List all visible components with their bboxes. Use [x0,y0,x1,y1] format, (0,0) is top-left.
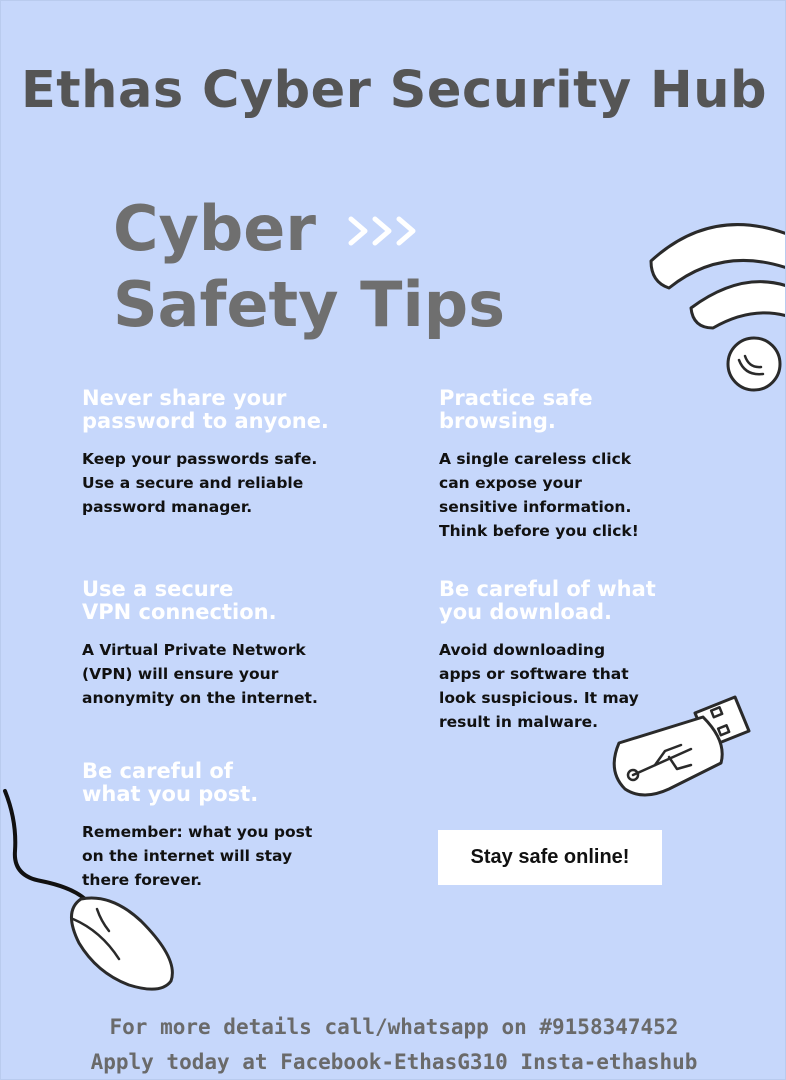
stay-safe-banner: Stay safe online! [438,830,662,885]
tip-post: Be careful of what you post. Remember: w… [82,760,312,892]
poster: Ethas Cyber Security Hub Cyber Safety Ti… [0,0,786,1080]
heading-line-safety-tips: Safety Tips [113,268,505,341]
footer-social-line: Apply today at Facebook-EthasG310 Insta-… [90,1050,698,1074]
tip-download: Be careful of what you download. Avoid d… [439,578,656,734]
tip-title: Be careful of what you post. [82,759,259,806]
triple-chevron-right-icon [348,216,416,246]
tip-title: Be careful of what you download. [439,577,656,624]
tip-body: Avoid downloading apps or software that … [439,641,639,731]
tip-title: Use a secure VPN connection. [82,577,277,624]
tip-body: Remember: what you post on the internet … [82,823,313,889]
tip-vpn: Use a secure VPN connection. A Virtual P… [82,578,318,710]
tip-safe-browsing: Practice safe browsing. A single careles… [439,387,639,543]
tip-password: Never share your password to anyone. Kee… [82,387,329,519]
tip-title: Never share your password to anyone. [82,386,329,433]
heading-line-cyber: Cyber [113,192,316,265]
wifi-icon [649,223,785,392]
footer-contact-line: For more details call/whatsapp on #91583… [109,1015,679,1039]
tip-title: Practice safe browsing. [439,386,593,433]
hub-title: Ethas Cyber Security Hub [20,61,768,120]
tip-body: A Virtual Private Network (VPN) will ens… [82,641,318,707]
tip-body: Keep your passwords safe. Use a secure a… [82,450,318,516]
main-heading: Cyber Safety Tips [113,191,505,343]
tip-body: A single careless click can expose your … [439,450,639,540]
